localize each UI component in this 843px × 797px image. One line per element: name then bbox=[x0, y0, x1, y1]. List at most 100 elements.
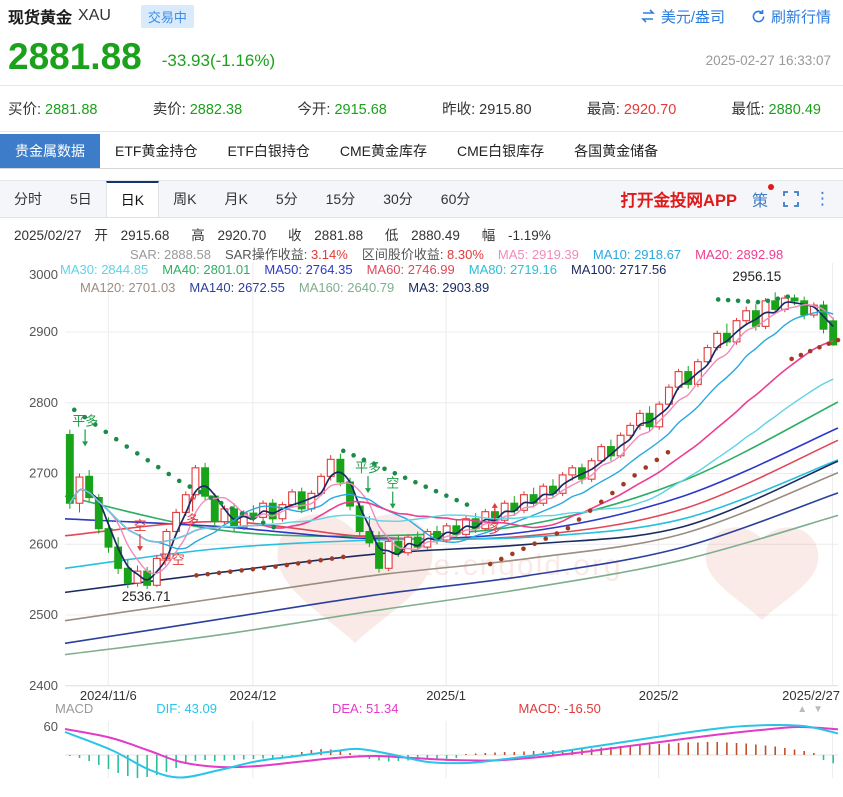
indicator-value: 8.30% bbox=[447, 247, 484, 262]
quote-item: 买价:2881.88 bbox=[8, 98, 97, 119]
indicator-value: 2764.35 bbox=[306, 262, 353, 277]
refresh-label: 刷新行情 bbox=[771, 6, 831, 27]
price-panel: 2881.88 -33.93(-1.16%) 2025-02-27 16:33:… bbox=[0, 32, 843, 86]
svg-text:2025/2: 2025/2 bbox=[639, 688, 679, 703]
indicator-label: MA20: bbox=[695, 247, 736, 262]
svg-text:2700: 2700 bbox=[29, 466, 58, 481]
timeframe-items: 分时5日日K周K月K5分15分30分60分 bbox=[0, 181, 484, 217]
tab-ETF白银持仓[interactable]: ETF白银持仓 bbox=[212, 134, 324, 168]
indicator-label: MA100: bbox=[571, 262, 619, 277]
quote-value: 2881.88 bbox=[45, 102, 97, 118]
tab-CME白银库存[interactable]: CME白银库存 bbox=[442, 134, 559, 168]
svg-text:平空: 平空 bbox=[159, 552, 185, 567]
quote-label: 最低: bbox=[732, 102, 765, 118]
quote-item: 今开:2915.68 bbox=[297, 98, 386, 119]
indicator-item: MA160: 2640.79 bbox=[299, 280, 394, 295]
indicator-label: MA50: bbox=[264, 262, 305, 277]
svg-text:平多: 平多 bbox=[355, 460, 381, 475]
quote-item: 昨收:2915.80 bbox=[442, 98, 531, 119]
unit-switch-button[interactable]: 美元/盎司 bbox=[640, 6, 725, 27]
swap-arrows-icon bbox=[640, 9, 656, 23]
indicator-value: 2801.01 bbox=[203, 262, 250, 277]
timeframe-60分[interactable]: 60分 bbox=[427, 181, 485, 217]
indicator-label: MA160: bbox=[299, 280, 347, 295]
macd-item: DEA: 51.34 bbox=[332, 701, 399, 716]
macd-indicator-row: MACDDIF: 43.09DEA: 51.34MACD: -16.50 bbox=[55, 701, 601, 716]
indicator-value: 2903.89 bbox=[442, 280, 489, 295]
indicator-item: MA20: 2892.98 bbox=[695, 247, 783, 262]
indicator-item: MA80: 2719.16 bbox=[469, 262, 557, 277]
indicator-item: MA30: 2844.85 bbox=[60, 262, 148, 277]
refresh-quotes-button[interactable]: 刷新行情 bbox=[751, 6, 831, 27]
svg-text:2400: 2400 bbox=[29, 678, 58, 693]
indicator-pager-buttons[interactable]: ▲▼ bbox=[797, 704, 829, 715]
tab-CME黄金库存[interactable]: CME黄金库存 bbox=[325, 134, 442, 168]
price-change: -33.93(-1.16%) bbox=[162, 51, 275, 71]
timeframe-5分[interactable]: 5分 bbox=[262, 181, 312, 217]
timeframe-日K[interactable]: 日K bbox=[106, 181, 159, 217]
quote-label: 买价: bbox=[8, 102, 41, 118]
top-header: 现货黄金 XAU 交易中 美元/盎司 刷新行情 bbox=[0, 0, 843, 32]
macd-values: DIF: 43.09DEA: 51.34MACD: -16.50 bbox=[156, 701, 601, 716]
ohlc-high: 高 2920.70 bbox=[191, 228, 275, 243]
svg-text:2800: 2800 bbox=[29, 395, 58, 410]
indicator-label: SAR: bbox=[130, 247, 164, 262]
fullscreen-icon[interactable] bbox=[783, 191, 799, 207]
indicator-value: 2746.99 bbox=[408, 262, 455, 277]
quote-label: 今开: bbox=[297, 102, 330, 118]
ohlc-date: 2025/02/27 bbox=[14, 228, 82, 243]
tab-ETF黄金持仓[interactable]: ETF黄金持仓 bbox=[100, 134, 212, 168]
svg-text:平多: 平多 bbox=[72, 413, 98, 428]
svg-text:2900: 2900 bbox=[29, 324, 58, 339]
instrument-title: 现货黄金 bbox=[8, 4, 72, 28]
timeframe-5日[interactable]: 5日 bbox=[56, 181, 106, 217]
quote-label: 昨收: bbox=[442, 102, 475, 118]
indicator-value: 3.14% bbox=[311, 247, 348, 262]
indicator-label: MA30: bbox=[60, 262, 101, 277]
macd-item: MACD: -16.50 bbox=[518, 701, 600, 716]
tab-贵金属数据[interactable]: 贵金属数据 bbox=[0, 134, 100, 168]
quote-timestamp: 2025-02-27 16:33:07 bbox=[706, 53, 831, 68]
indicator-row-3: MA120: 2701.03MA140: 2672.55MA160: 2640.… bbox=[80, 280, 503, 295]
open-app-link[interactable]: 打开金投网APP bbox=[621, 187, 737, 211]
indicator-value: 2919.39 bbox=[532, 247, 579, 262]
indicator-label: MA5: bbox=[498, 247, 532, 262]
quote-summary-row: 买价:2881.88 卖价:2882.38 今开:2915.68 昨收:2915.80… bbox=[0, 86, 843, 132]
chart-area: 3000290028002700260025002400quote.cngold… bbox=[0, 218, 843, 780]
tab-各国黄金储备[interactable]: 各国黄金储备 bbox=[559, 134, 673, 168]
indicator-item: MA10: 2918.67 bbox=[593, 247, 681, 262]
quote-value: 2920.70 bbox=[624, 102, 676, 118]
timeframe-月K[interactable]: 月K bbox=[210, 181, 261, 217]
indicator-value: 2701.03 bbox=[128, 280, 175, 295]
indicator-item: SAR: 2888.58 bbox=[130, 247, 211, 262]
svg-text:空: 空 bbox=[386, 476, 399, 491]
quote-item: 卖价:2882.38 bbox=[153, 98, 242, 119]
timeframe-周K[interactable]: 周K bbox=[159, 181, 210, 217]
macd-name: MACD bbox=[55, 701, 93, 716]
timeframe-分时[interactable]: 分时 bbox=[0, 181, 56, 217]
svg-text:2600: 2600 bbox=[29, 536, 58, 551]
indicator-value: 2672.55 bbox=[238, 280, 285, 295]
indicator-label: MA10: bbox=[593, 247, 634, 262]
more-menu-button[interactable]: ⋮ bbox=[814, 189, 831, 209]
quote-value: 2915.68 bbox=[334, 102, 386, 118]
indicator-label: MA60: bbox=[367, 262, 408, 277]
quote-value: 2880.49 bbox=[769, 102, 821, 118]
indicator-item: 区间股价收益: 8.30% bbox=[362, 247, 484, 262]
quote-label: 卖价: bbox=[153, 102, 186, 118]
quote-value: 2915.80 bbox=[479, 102, 531, 118]
strategy-label: 策 bbox=[752, 193, 768, 210]
quote-label: 最高: bbox=[587, 102, 620, 118]
timeframe-30分[interactable]: 30分 bbox=[369, 181, 427, 217]
ohlc-low: 低 2880.49 bbox=[385, 228, 469, 243]
candlestick-chart[interactable]: 3000290028002700260025002400quote.cngold… bbox=[0, 218, 843, 780]
indicator-item: MA120: 2701.03 bbox=[80, 280, 175, 295]
strategy-button[interactable]: 策 bbox=[752, 187, 768, 211]
indicator-item: SAR操作收益: 3.14% bbox=[225, 247, 348, 262]
indicator-value: 2892.98 bbox=[736, 247, 783, 262]
indicator-row-2: MA30: 2844.85MA40: 2801.01MA50: 2764.35M… bbox=[60, 262, 680, 277]
svg-text:quote.cngold.org: quote.cngold.org bbox=[367, 549, 623, 582]
timeframe-15分[interactable]: 15分 bbox=[312, 181, 370, 217]
svg-text:60: 60 bbox=[44, 719, 58, 734]
quote-value: 2882.38 bbox=[190, 102, 242, 118]
